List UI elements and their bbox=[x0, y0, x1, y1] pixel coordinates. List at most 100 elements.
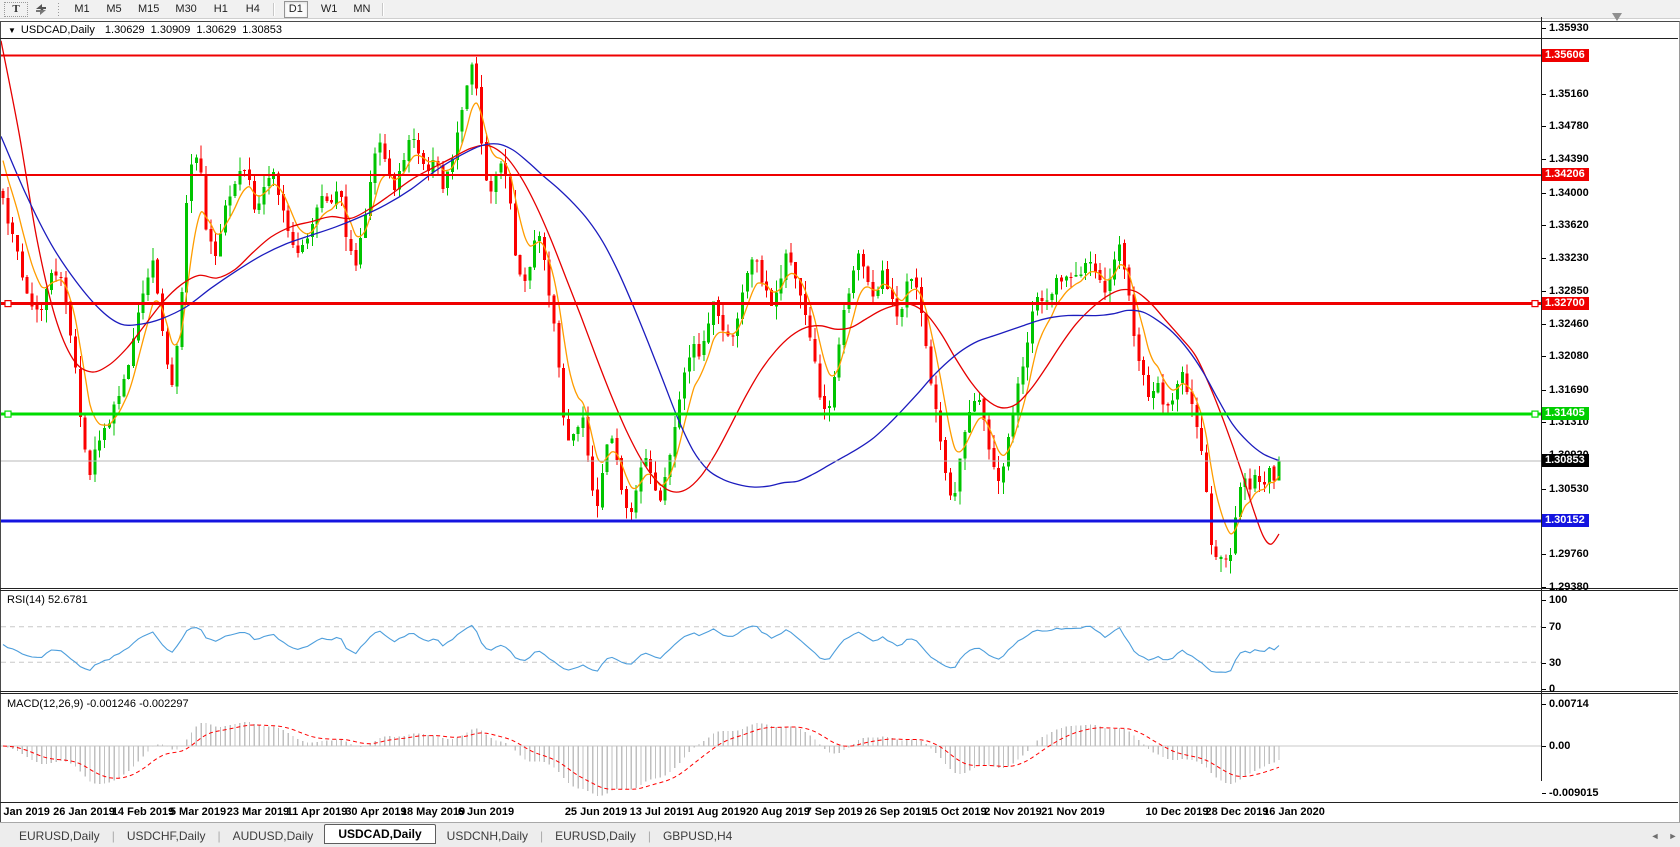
tab-eurusd-daily[interactable]: EURUSD,Daily bbox=[544, 827, 647, 845]
price-badge-1.31405: 1.31405 bbox=[1542, 407, 1589, 420]
macd-current-values: -0.001246 -0.002297 bbox=[86, 698, 188, 710]
timeframe-button-m15[interactable]: M15 bbox=[135, 2, 162, 17]
macd-tick-label: -0.009015 bbox=[1549, 787, 1599, 799]
price-tick-label: 1.35930 bbox=[1549, 22, 1589, 34]
price-badge-1.32700: 1.32700 bbox=[1542, 297, 1589, 310]
chart-tab-bar: EURUSD,Daily|USDCHF,Daily|AUDUSD,DailyUS… bbox=[0, 822, 1680, 847]
price-badge-1.35606: 1.35606 bbox=[1542, 49, 1589, 62]
main-chart-pane[interactable] bbox=[1, 39, 1541, 587]
price-tick-label: 1.34390 bbox=[1549, 153, 1589, 165]
rsi-tick-label: 70 bbox=[1549, 621, 1561, 633]
price-tick bbox=[1542, 587, 1546, 588]
tab-scroll-left-button[interactable]: ◄ bbox=[1648, 829, 1662, 842]
rsi-tick-label: 0 bbox=[1549, 683, 1555, 695]
price-tick bbox=[1542, 324, 1546, 325]
price-badge-1.30152: 1.30152 bbox=[1542, 514, 1589, 527]
price-tick bbox=[1542, 225, 1546, 226]
rsi-tick bbox=[1542, 689, 1546, 690]
rsi-pane[interactable] bbox=[1, 591, 1541, 690]
price-tick-label: 1.30530 bbox=[1549, 483, 1589, 495]
rsi-current-value: 52.6781 bbox=[48, 594, 88, 606]
price-tick-label: 1.34780 bbox=[1549, 120, 1589, 132]
hline-handle[interactable] bbox=[1532, 411, 1538, 417]
rsi-tick bbox=[1542, 600, 1546, 601]
ohlc-high: 1.30909 bbox=[151, 24, 191, 36]
timeframe-button-h1[interactable]: H1 bbox=[210, 2, 232, 17]
tab-usdcnh-daily[interactable]: USDCNH,Daily bbox=[436, 827, 539, 845]
tab-eurusd-daily[interactable]: EURUSD,Daily bbox=[8, 827, 111, 845]
timeframe-button-w1[interactable]: W1 bbox=[318, 2, 341, 17]
tab-usdcad-daily[interactable]: USDCAD,Daily bbox=[324, 824, 435, 844]
tab-scroll-right-button[interactable]: ► bbox=[1666, 829, 1680, 842]
macd-tick-label: 0.00 bbox=[1549, 740, 1570, 752]
timeframe-button-m30[interactable]: M30 bbox=[172, 2, 199, 17]
price-tick-label: 1.35160 bbox=[1549, 88, 1589, 100]
price-tick-label: 1.32080 bbox=[1549, 350, 1589, 362]
arrows-tool-button[interactable]: ▼ bbox=[30, 2, 52, 17]
macd-tick bbox=[1542, 746, 1546, 747]
price-tick bbox=[1542, 126, 1546, 127]
ohlc-low: 1.30629 bbox=[196, 24, 236, 36]
price-tick bbox=[1542, 489, 1546, 490]
rsi-tick bbox=[1542, 663, 1546, 664]
tab-usdchf-daily[interactable]: USDCHF,Daily bbox=[116, 827, 217, 845]
price-tick-label: 1.34000 bbox=[1549, 187, 1589, 199]
price-tick-label: 1.31690 bbox=[1549, 384, 1589, 396]
rsi-tick-label: 30 bbox=[1549, 657, 1561, 669]
price-tick bbox=[1542, 159, 1546, 160]
price-tick bbox=[1542, 258, 1546, 259]
toolbar: T ▼ M1 M5 M15 M30 H1 H4 D1 W1 MN bbox=[0, 0, 1680, 19]
rsi-indicator-label: RSI(14) 52.6781 bbox=[7, 594, 88, 606]
rsi-line bbox=[3, 626, 1279, 673]
macd-pane[interactable] bbox=[1, 694, 1541, 801]
tab-audusd-daily[interactable]: AUDUSD,Daily bbox=[222, 827, 325, 845]
symbol-period-title: USDCAD,Daily bbox=[21, 24, 95, 36]
timeframe-buttons: M1 M5 M15 M30 H1 H4 D1 W1 MN bbox=[66, 1, 388, 18]
price-tick-label: 1.33230 bbox=[1549, 252, 1589, 264]
price-tick bbox=[1542, 193, 1546, 194]
rsi-tick bbox=[1542, 627, 1546, 628]
price-tick bbox=[1542, 28, 1546, 29]
chart-title-row: ▼ USDCAD,Daily 1.30629 1.30909 1.30629 1… bbox=[1, 22, 1679, 38]
text-label-tool-button[interactable]: T bbox=[4, 2, 28, 17]
price-tick-label: 1.29760 bbox=[1549, 548, 1589, 560]
ohlc-close: 1.30853 bbox=[242, 24, 282, 36]
price-badge-1.30853: 1.30853 bbox=[1542, 454, 1589, 467]
hline-handle[interactable] bbox=[1532, 301, 1538, 307]
main-pane-bottom-border[interactable] bbox=[0, 588, 1678, 589]
price-axis-border bbox=[1541, 17, 1542, 781]
hline-handle[interactable] bbox=[5, 301, 11, 307]
symbol-menu-caret-icon[interactable]: ▼ bbox=[8, 26, 16, 35]
timeframe-button-d1[interactable]: D1 bbox=[284, 1, 308, 18]
macd-pane-bottom-border bbox=[0, 802, 1678, 803]
macd-tick bbox=[1542, 793, 1546, 794]
ohlc-open: 1.30629 bbox=[105, 24, 145, 36]
price-tick-label: 1.32460 bbox=[1549, 318, 1589, 330]
macd-tick-label: 0.00714 bbox=[1549, 698, 1589, 710]
tab-gbpusd-h4[interactable]: GBPUSD,H4 bbox=[652, 827, 743, 845]
price-tick-label: 1.29380 bbox=[1549, 581, 1589, 593]
hline-handle[interactable] bbox=[5, 411, 11, 417]
timeframe-button-m5[interactable]: M5 bbox=[103, 2, 125, 17]
price-tick-label: 1.32850 bbox=[1549, 285, 1589, 297]
rsi-pane-bottom-border[interactable] bbox=[0, 691, 1678, 692]
timeframe-button-m1[interactable]: M1 bbox=[71, 2, 93, 17]
toolbar-grip[interactable] bbox=[58, 3, 61, 16]
price-tick bbox=[1542, 554, 1546, 555]
date-label: 16 Jan 2020 bbox=[1254, 806, 1334, 818]
price-tick bbox=[1542, 422, 1546, 423]
price-tick bbox=[1542, 356, 1546, 357]
tabs: EURUSD,Daily|USDCHF,Daily|AUDUSD,DailyUS… bbox=[8, 827, 743, 845]
mt4-window: T ▼ M1 M5 M15 M30 H1 H4 D1 W1 MN ▼ USDCAD,Daily … bbox=[0, 0, 1680, 847]
arrows-icon bbox=[34, 3, 48, 16]
price-tick-label: 1.33620 bbox=[1549, 219, 1589, 231]
date-label: 21 Nov 2019 bbox=[1033, 806, 1113, 818]
timeframe-button-h4[interactable]: H4 bbox=[242, 2, 264, 17]
price-tick bbox=[1542, 390, 1546, 391]
chart-shift-marker[interactable] bbox=[1612, 13, 1622, 21]
price-tick bbox=[1542, 94, 1546, 95]
rsi-tick-label: 100 bbox=[1549, 594, 1567, 606]
price-tick bbox=[1542, 291, 1546, 292]
timeframe-button-mn[interactable]: MN bbox=[350, 2, 373, 17]
price-badge-1.34206: 1.34206 bbox=[1542, 168, 1589, 181]
